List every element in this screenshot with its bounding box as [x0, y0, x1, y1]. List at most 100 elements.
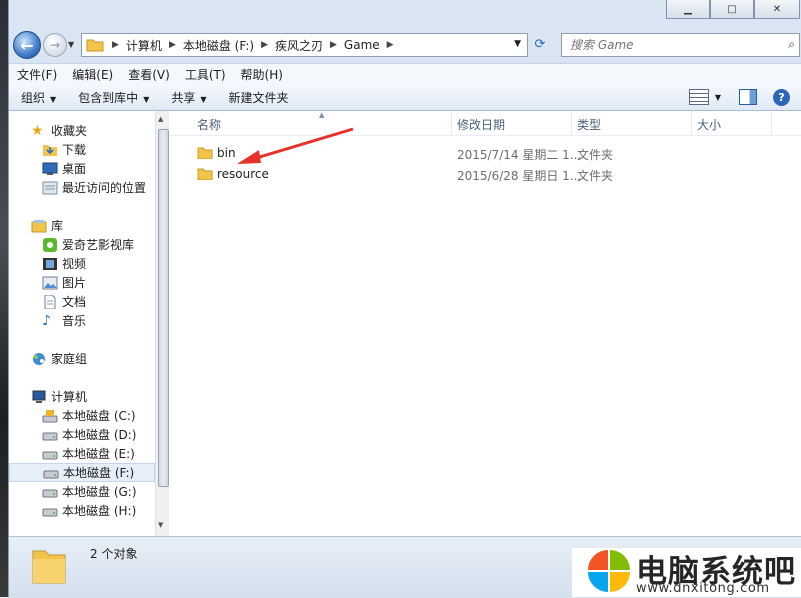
recent-pages-dropdown[interactable]: ▼ [68, 40, 74, 49]
breadcrumb-drive-f[interactable]: 本地磁盘 (F:) [180, 37, 257, 54]
menu-view[interactable]: 查看(V) [120, 66, 177, 83]
column-divider[interactable] [451, 111, 452, 135]
download-folder-icon [43, 144, 57, 156]
column-name[interactable]: 名称 [197, 116, 221, 133]
folder-icon [197, 147, 213, 159]
minimize-button[interactable]: ▁ [666, 0, 710, 19]
column-divider[interactable] [571, 111, 572, 135]
folder-icon [197, 168, 213, 180]
scroll-down-icon[interactable]: ▼ [158, 521, 163, 529]
file-list: ▲ 名称 修改日期 类型 大小 bin 2015/7/14 星期二 1... 文… [169, 111, 801, 536]
hard-drive-icon [42, 489, 58, 497]
watermark-url: www.dnxitong.com [636, 581, 770, 596]
refresh-icon: ⟳ [534, 36, 546, 52]
content-area: ★ 收藏夹 下载 桌面 最近访问的位置 库 爱奇艺影视库 视频 图片 文档 ♪ … [9, 111, 801, 536]
nav-drive-c[interactable]: 本地磁盘 (C:) [9, 406, 155, 425]
column-divider[interactable] [771, 111, 772, 135]
menu-file[interactable]: 文件(F) [9, 66, 64, 83]
scroll-up-icon[interactable]: ▲ [158, 115, 163, 123]
music-note-icon: ♪ [42, 312, 51, 329]
breadcrumb-computer[interactable]: 计算机 [123, 37, 165, 54]
preview-pane-icon[interactable] [739, 89, 757, 105]
column-type[interactable]: 类型 [577, 116, 601, 133]
large-folder-icon [32, 550, 66, 584]
dropdown-arrow-icon: ▼ [143, 94, 150, 104]
maximize-button[interactable]: □ [710, 0, 754, 19]
nav-music[interactable]: ♪ 音乐 [9, 311, 155, 330]
nav-recent-places[interactable]: 最近访问的位置 [9, 178, 155, 197]
item-count: 2 个对象 [90, 547, 138, 561]
include-in-library-button[interactable]: 包含到库中 ▼ [66, 89, 159, 106]
file-date: 2015/7/14 星期二 1... [457, 148, 582, 162]
navigation-bar: ← → ▼ ▶ 计算机 ▶ 本地磁盘 (F:) ▶ 疾风之刃 ▶ Game ▶ … [9, 28, 801, 60]
hard-drive-icon [42, 451, 58, 459]
video-icon [43, 257, 57, 270]
forward-button[interactable]: → [43, 33, 67, 57]
iqiyi-icon [43, 237, 57, 252]
nav-drive-f[interactable]: 本地磁盘 (F:) [9, 463, 155, 482]
nav-computer[interactable]: 计算机 [9, 387, 155, 406]
nav-favorites[interactable]: ★ 收藏夹 [9, 121, 155, 140]
windows-logo-icon [588, 550, 630, 592]
nav-drive-g[interactable]: 本地磁盘 (G:) [9, 482, 155, 501]
nav-pictures[interactable]: 图片 [9, 273, 155, 292]
file-row-resource[interactable]: resource 2015/6/28 星期日 1... 文件夹 [187, 164, 787, 184]
address-bar[interactable]: ▶ 计算机 ▶ 本地磁盘 (F:) ▶ 疾风之刃 ▶ Game ▶ ▼ [81, 33, 528, 57]
search-input[interactable] [562, 34, 782, 56]
nav-homegroup[interactable]: 家庭组 [9, 349, 155, 368]
file-name: resource [217, 167, 269, 181]
recent-places-icon [42, 181, 58, 194]
background-strip [0, 0, 8, 597]
desktop-icon [42, 162, 58, 175]
chevron-right-icon: ▶ [261, 40, 268, 50]
organize-button[interactable]: 组织 ▼ [9, 89, 66, 106]
dropdown-arrow-icon: ▼ [200, 94, 207, 104]
chevron-right-icon: ▶ [112, 40, 119, 50]
scrollbar-thumb[interactable] [158, 129, 169, 487]
share-button[interactable]: 共享 ▼ [159, 89, 216, 106]
folder-icon [86, 39, 104, 52]
nav-documents[interactable]: 文档 [9, 292, 155, 311]
sort-ascending-icon: ▲ [319, 111, 325, 119]
new-folder-button[interactable]: 新建文件夹 [217, 89, 299, 106]
menu-edit[interactable]: 编辑(E) [64, 66, 120, 83]
chevron-right-icon: ▶ [386, 40, 394, 50]
view-dropdown-icon[interactable]: ▼ [715, 93, 721, 102]
view-options-icon[interactable] [688, 89, 709, 105]
hard-drive-icon [42, 508, 58, 516]
menu-help[interactable]: 帮助(H) [233, 66, 290, 83]
menu-tools[interactable]: 工具(T) [177, 66, 233, 83]
navigation-scrollbar[interactable]: ▲ ▼ [155, 111, 169, 536]
explorer-window: ▁ □ ✕ ← → ▼ ▶ 计算机 ▶ 本地磁盘 (F:) ▶ 疾风之刃 ▶ G… [8, 0, 801, 598]
document-icon [44, 294, 56, 309]
help-icon[interactable]: ? [773, 88, 790, 106]
close-button[interactable]: ✕ [754, 0, 800, 19]
breadcrumb-game[interactable]: Game [341, 38, 383, 52]
nav-drive-h[interactable]: 本地磁盘 (H:) [9, 501, 155, 520]
nav-downloads[interactable]: 下载 [9, 140, 155, 159]
breadcrumb-jifeng[interactable]: 疾风之刃 [272, 37, 326, 54]
red-annotation-arrow [237, 127, 354, 164]
watermark: 电脑系统吧 www.dnxitong.com [572, 548, 801, 597]
search-icon[interactable]: ⌕ [788, 37, 795, 52]
back-button[interactable]: ← [13, 31, 41, 59]
address-dropdown-icon[interactable]: ▼ [514, 39, 521, 49]
chevron-right-icon: ▶ [330, 40, 337, 50]
nav-drive-d[interactable]: 本地磁盘 (D:) [9, 425, 155, 444]
nav-drive-e[interactable]: 本地磁盘 (E:) [9, 444, 155, 463]
nav-iqiyi[interactable]: 爱奇艺影视库 [9, 235, 155, 254]
refresh-button[interactable]: ⟳ [529, 33, 551, 55]
nav-videos[interactable]: 视频 [9, 254, 155, 273]
picture-icon [42, 276, 58, 289]
computer-icon [32, 390, 46, 403]
column-date[interactable]: 修改日期 [457, 116, 505, 133]
menu-bar: 文件(F) 编辑(E) 查看(V) 工具(T) 帮助(H) [9, 63, 801, 84]
nav-desktop[interactable]: 桌面 [9, 159, 155, 178]
dropdown-arrow-icon: ▼ [50, 94, 57, 104]
hard-drive-icon [42, 432, 58, 440]
file-type: 文件夹 [577, 148, 614, 162]
column-size[interactable]: 大小 [697, 116, 721, 133]
nav-libraries[interactable]: 库 [9, 216, 155, 235]
star-icon: ★ [31, 122, 44, 139]
column-divider[interactable] [691, 111, 692, 135]
